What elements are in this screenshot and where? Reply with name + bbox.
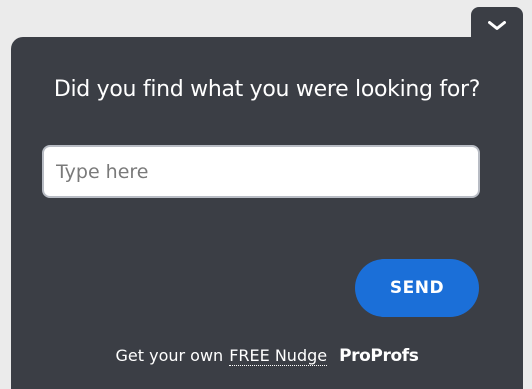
question-heading: Did you find what you were looking for?: [53, 77, 481, 102]
answer-input[interactable]: [42, 145, 480, 198]
footer: Get your own FREE Nudge ProProfs: [11, 346, 523, 366]
nudge-panel: Did you find what you were looking for? …: [11, 37, 523, 389]
footer-prefix: Get your own: [115, 346, 224, 365]
chevron-down-icon: [488, 21, 506, 31]
send-button[interactable]: SEND: [355, 259, 479, 317]
free-nudge-link[interactable]: FREE Nudge: [229, 346, 328, 366]
proprofs-logo[interactable]: ProProfs: [339, 346, 419, 366]
